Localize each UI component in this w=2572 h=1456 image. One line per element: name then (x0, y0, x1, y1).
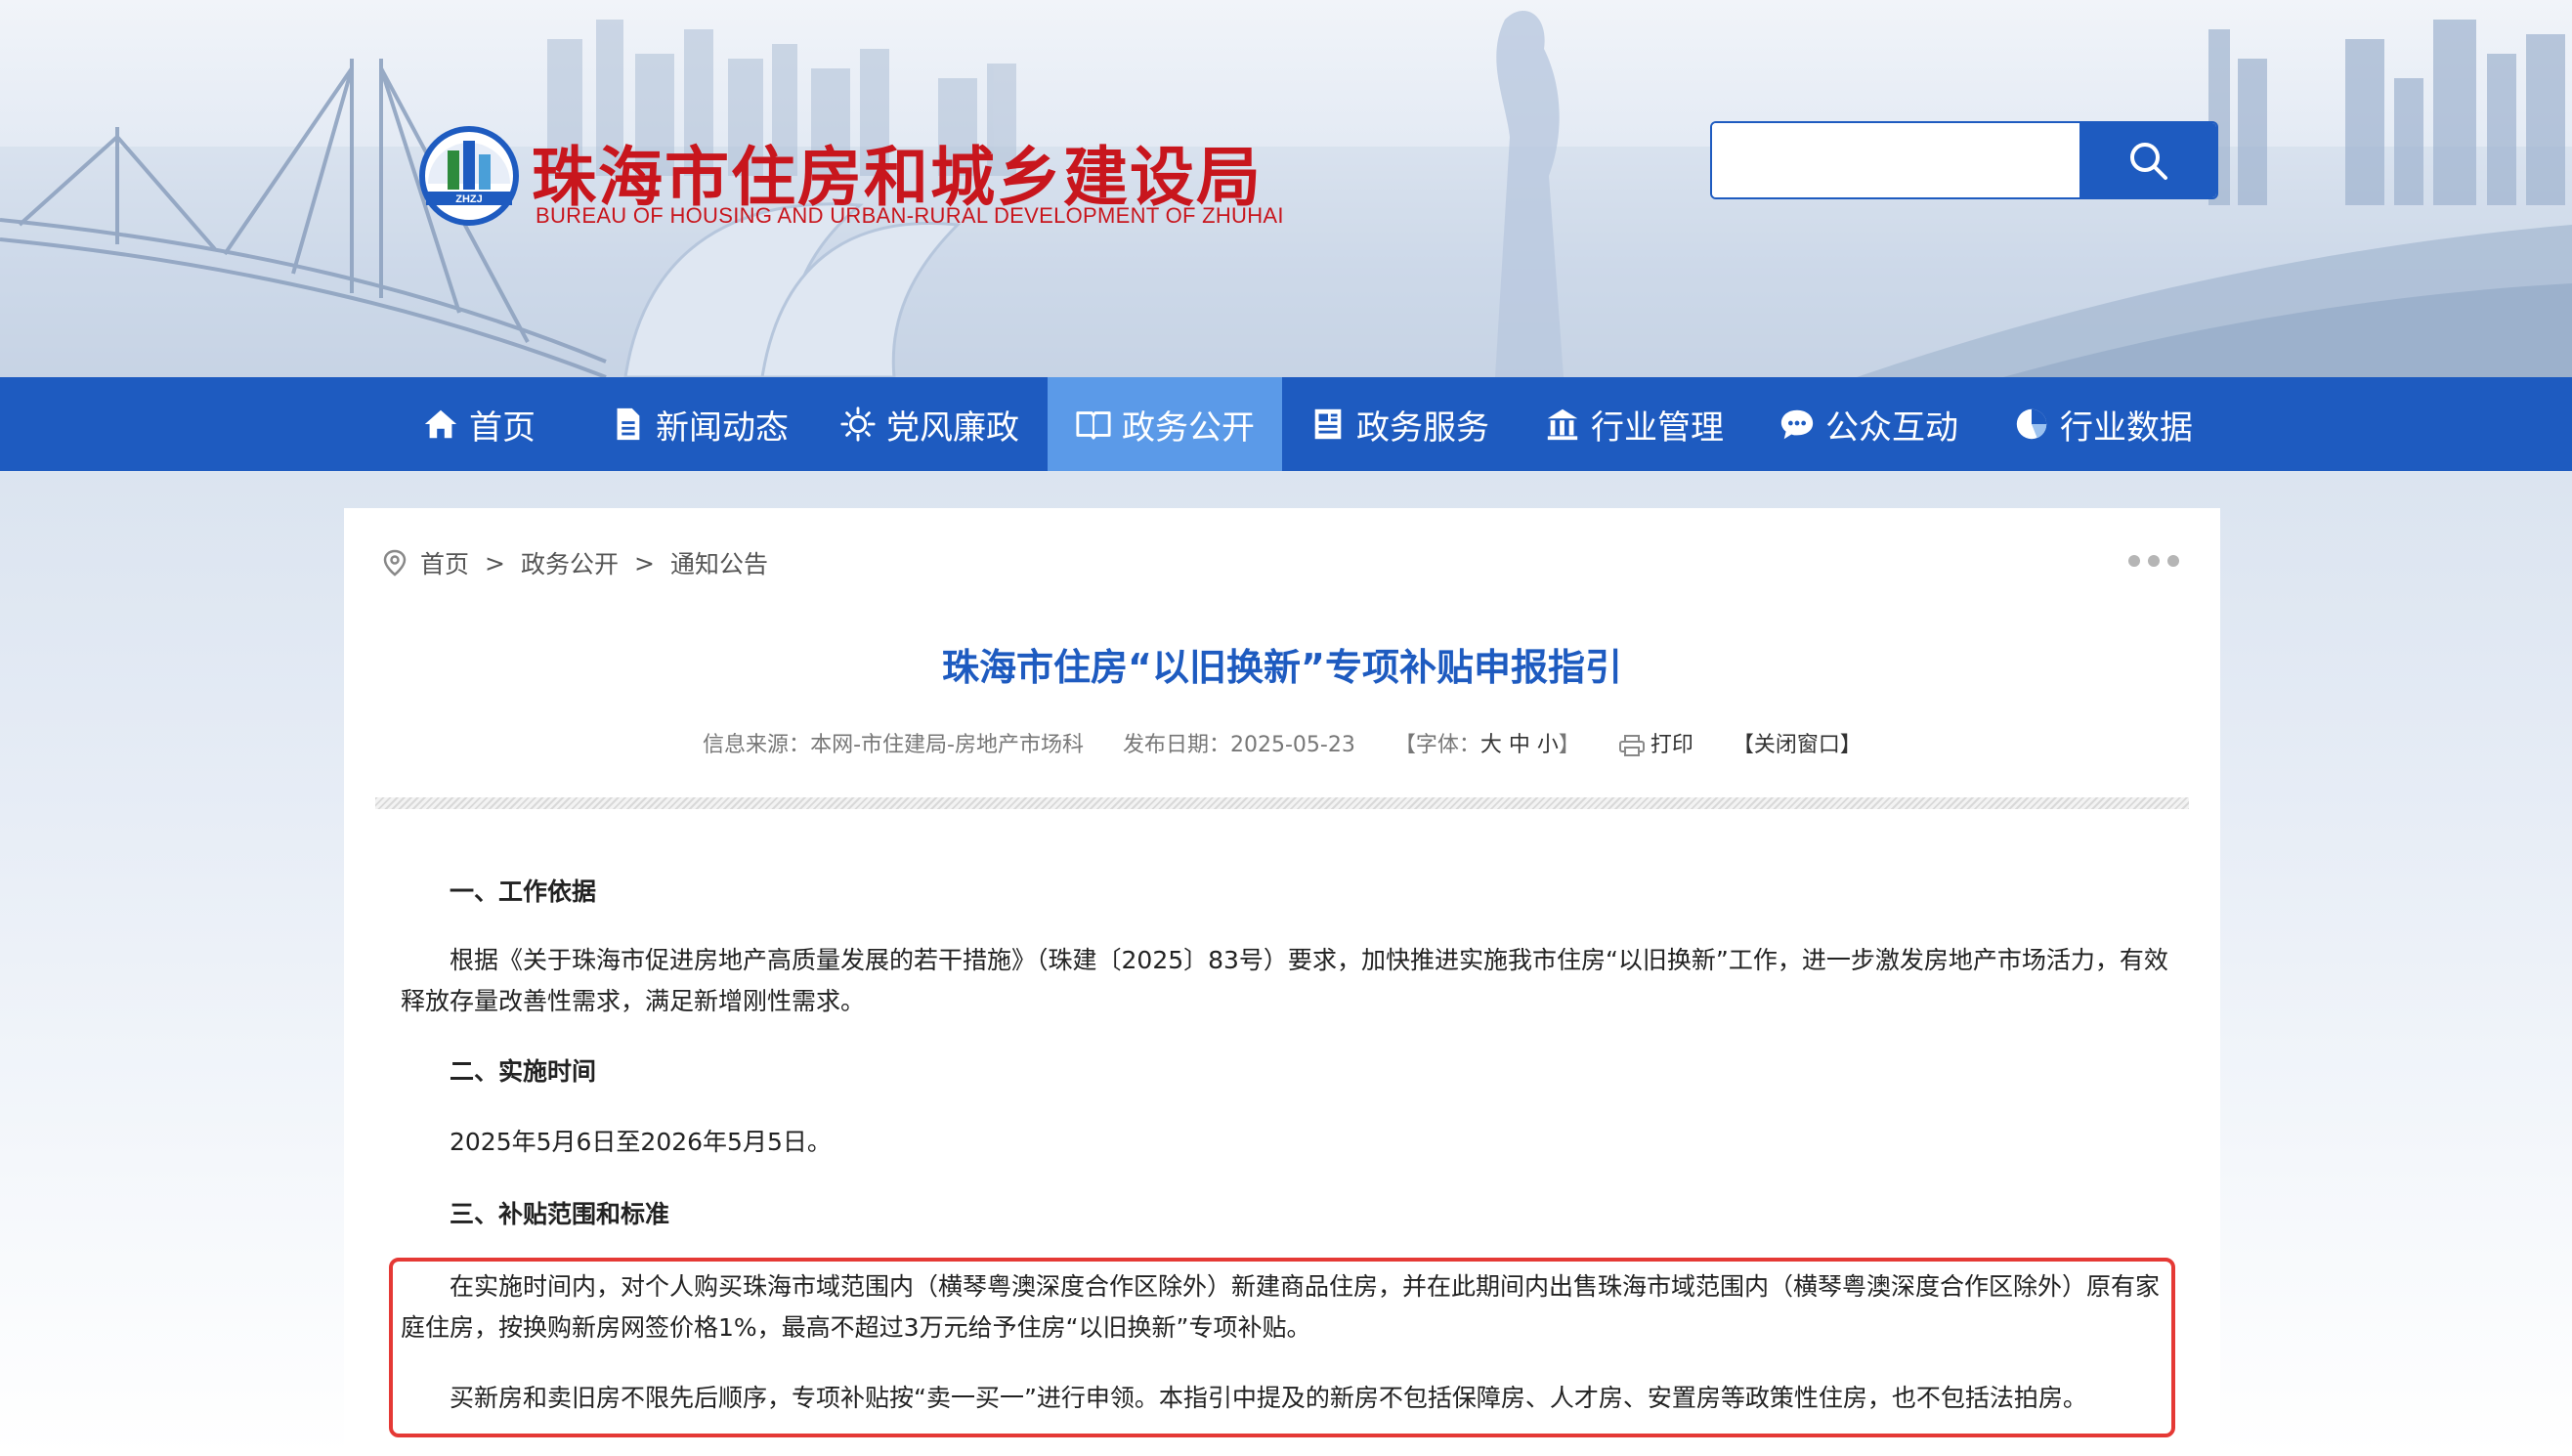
highlight-annotation-box (389, 1258, 2175, 1437)
document-icon (617, 407, 640, 441)
pie-chart-icon (2016, 408, 2047, 440)
nav-item-label: 政务服务 (1356, 407, 1489, 448)
breadcrumb: 首页 > 政务公开 > 通知公告 (383, 545, 768, 580)
section-heading: 二、实施时间 (450, 1057, 597, 1086)
svg-text:ZHZJ: ZHZJ (455, 193, 483, 205)
font-size-close-bracket: 】 (1558, 733, 1580, 757)
nav-item-label: 行业管理 (1591, 407, 1724, 448)
nav-item-label: 政务公开 (1122, 407, 1255, 448)
font-size-large-link[interactable]: 大 (1480, 733, 1502, 757)
sun-gear-icon (840, 407, 876, 442)
chat-bubble-icon (1780, 409, 1814, 440)
main-navigation: 首页 新闻动态 党风廉政 政务公开 政务服务 行业管理 公众互动 行业数据 (0, 377, 2572, 471)
nav-item-label: 公众互动 (1825, 407, 1958, 448)
location-pin-icon (383, 549, 407, 577)
nav-item-gov-affairs[interactable]: 政务公开 (1048, 377, 1282, 471)
nav-item-gov-services[interactable]: 政务服务 (1282, 377, 1517, 471)
site-title-english: BUREAU OF HOUSING AND URBAN-RURAL DEVELO… (536, 203, 1284, 228)
nav-item-news[interactable]: 新闻动态 (586, 377, 811, 471)
article-title: 珠海市住房“以旧换新”专项补贴申报指引 (942, 646, 1622, 689)
font-size-label: 【字体： (1393, 733, 1480, 757)
breadcrumb-item-notices[interactable]: 通知公告 (670, 545, 768, 580)
search-icon (2130, 143, 2167, 180)
section-heading: 三、补贴范围和标准 (450, 1200, 670, 1228)
nav-item-label: 党风廉政 (886, 407, 1019, 448)
nav-item-label: 行业数据 (2060, 407, 2193, 448)
bureau-logo-icon: ZHZJ (419, 126, 519, 226)
newspaper-icon (1314, 408, 1342, 440)
paragraph: 根据《关于珠海市促进房地产高质量发展的若干措施》（珠建〔2025〕83号）要求，… (401, 946, 2168, 1015)
breadcrumb-separator: > (485, 548, 505, 578)
paragraph: 2025年5月6日至2026年5月5日。 (450, 1128, 832, 1156)
nav-item-label: 新闻动态 (656, 407, 789, 448)
search-input[interactable] (1712, 123, 2079, 197)
breadcrumb-item-home[interactable]: 首页 (420, 545, 469, 580)
nav-item-public-interaction[interactable]: 公众互动 (1751, 377, 1986, 471)
date-value: 2025-05-23 (1229, 733, 1355, 757)
home-icon (424, 409, 457, 439)
nav-item-industry-management[interactable]: 行业管理 (1517, 377, 1751, 471)
font-size-medium-link[interactable]: 中 (1509, 733, 1530, 757)
date-label: 发布日期： (1122, 733, 1230, 757)
close-window-link[interactable]: 【关闭窗口】 (1733, 733, 1862, 757)
breadcrumb-separator: > (633, 548, 655, 578)
title-divider (375, 797, 2189, 809)
printer-icon (1618, 735, 1645, 756)
nav-item-home[interactable]: 首页 (371, 377, 586, 471)
nav-item-industry-data[interactable]: 行业数据 (1986, 377, 2220, 471)
source-value: 本网-市住建局-房地产市场科 (810, 733, 1084, 757)
font-size-small-link[interactable]: 小 (1537, 733, 1559, 757)
breadcrumb-item-gov-affairs[interactable]: 政务公开 (521, 545, 619, 580)
nav-item-integrity[interactable]: 党风廉政 (811, 377, 1048, 471)
print-button[interactable]: 打印 (1618, 733, 1693, 757)
open-book-icon (1076, 411, 1111, 440)
building-columns-icon (1547, 408, 1578, 441)
source-label: 信息来源： (703, 733, 811, 757)
article-meta: 信息来源：本网-市住建局-房地产市场科 发布日期：2025-05-23 【字体：… (344, 727, 2220, 758)
header-banner: ZHZJ 珠海市住房和城乡建设局 BUREAU OF HOUSING AND U… (0, 0, 2572, 377)
search-box (1710, 121, 2218, 199)
print-label: 打印 (1650, 733, 1693, 757)
section-heading: 一、工作依据 (450, 878, 597, 906)
search-button[interactable] (2079, 123, 2216, 197)
nav-item-label: 首页 (469, 407, 536, 448)
more-options-icon[interactable] (2128, 555, 2179, 567)
